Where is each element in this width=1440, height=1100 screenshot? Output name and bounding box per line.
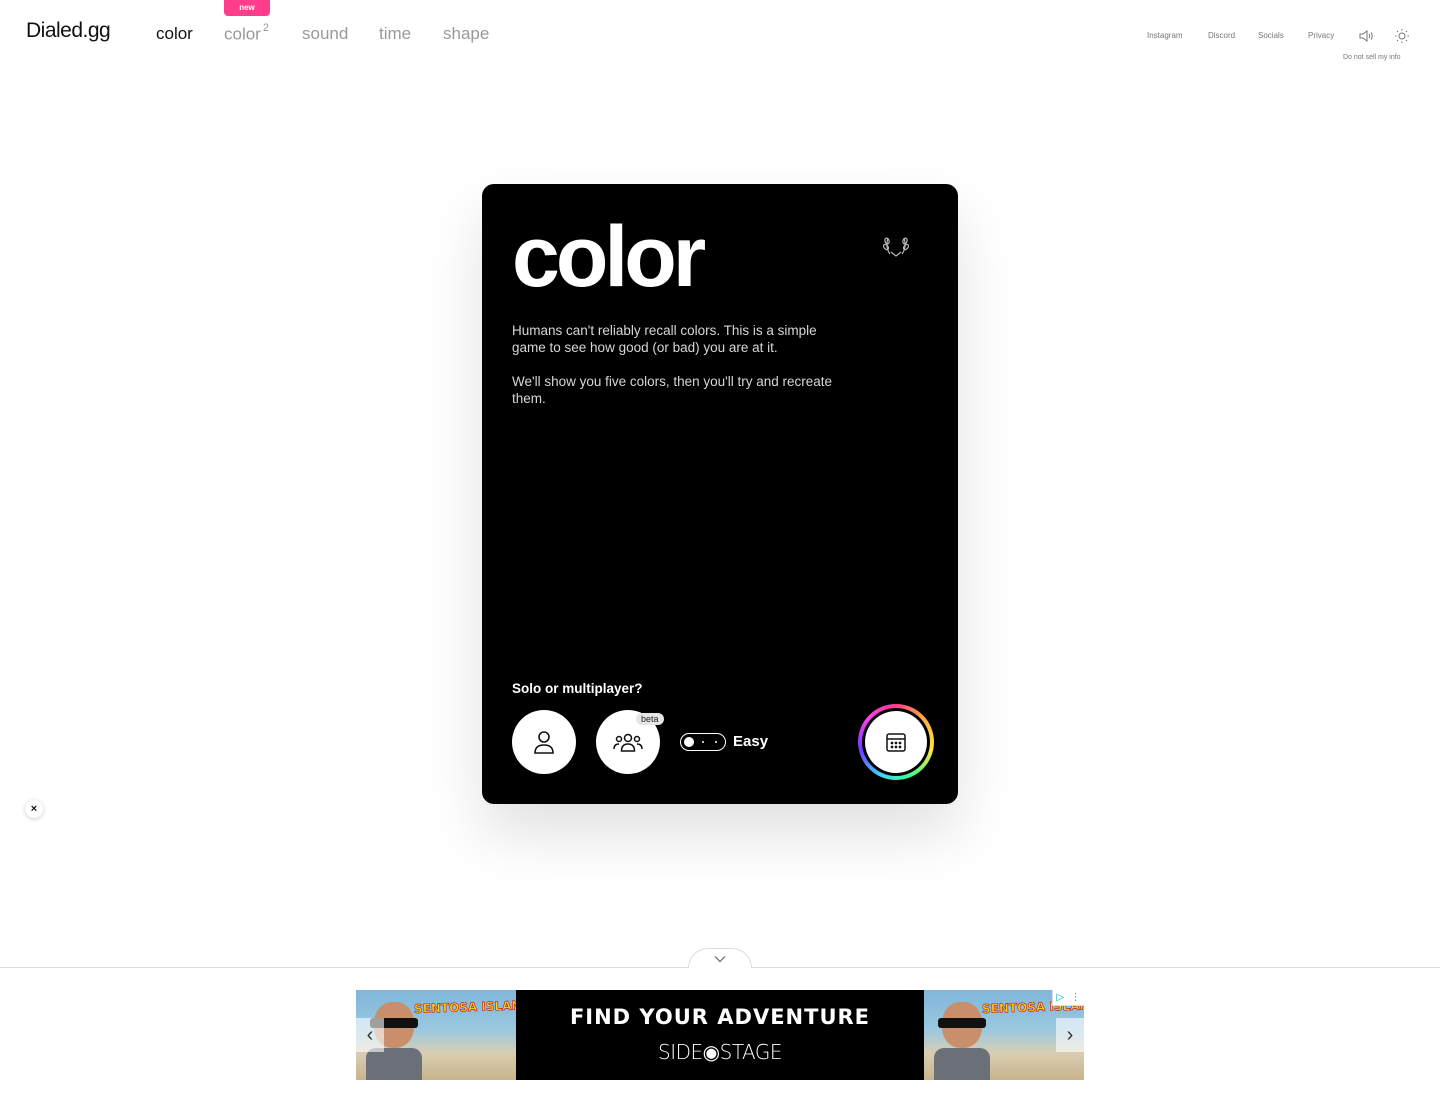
new-badge: new — [224, 0, 270, 16]
info-icon: ⋮ — [1070, 992, 1081, 1003]
ad-choices-icon[interactable]: ▷ ⋮ — [1052, 990, 1084, 1006]
nav-time[interactable]: time — [379, 24, 411, 44]
chevron-down-icon — [714, 955, 726, 962]
ad-brand: SIDE◉STAGE — [658, 1040, 782, 1064]
speaker-icon[interactable] — [1356, 26, 1376, 46]
nav-shape[interactable]: shape — [443, 24, 489, 44]
nav-color-2-label: color — [224, 24, 261, 44]
description-instructions: We'll show you five colors, then you'll … — [512, 374, 833, 406]
ad-image-left: SENTOSA ISLAND ‹ — [356, 990, 516, 1080]
solo-button[interactable] — [512, 710, 576, 774]
nav-color-2[interactable]: color 2 — [224, 22, 269, 45]
laurel-icon[interactable] — [882, 232, 910, 260]
toggle-dot — [702, 741, 704, 743]
nav-sound[interactable]: sound — [302, 24, 348, 44]
nav-color[interactable]: color — [156, 24, 193, 44]
difficulty-label: Easy — [733, 733, 769, 750]
daily-challenge-button[interactable] — [858, 704, 934, 780]
ad-tag-left: SENTOSA ISLAND — [413, 997, 516, 1017]
link-discord[interactable]: Discord — [1208, 31, 1235, 40]
link-instagram[interactable]: Instagram — [1147, 31, 1183, 40]
collapse-ad-button[interactable] — [688, 948, 752, 968]
close-icon[interactable]: × — [25, 800, 43, 818]
mode-question: Solo or multiplayer? — [512, 681, 643, 696]
group-icon — [613, 733, 643, 752]
site-header: Dialed.gg new color color 2 sound time sh… — [0, 0, 1440, 70]
nav-color-2-superscript: 2 — [262, 22, 269, 34]
description-intro: Humans can't reliably recall colors. Thi… — [512, 323, 817, 355]
ad-headline: FIND YOUR ADVENTURE — [569, 1005, 871, 1029]
link-privacy[interactable]: Privacy — [1308, 31, 1334, 40]
site-logo[interactable]: Dialed.gg — [26, 19, 111, 43]
do-not-sell-link[interactable]: Do not sell my info — [1343, 54, 1401, 61]
ad-content: FIND YOUR ADVENTURE SIDE◉STAGE — [516, 990, 924, 1080]
calendar-icon — [886, 733, 906, 752]
beta-badge: beta — [636, 713, 664, 725]
play-triangle-icon: ▷ — [1056, 992, 1065, 1003]
toggle-knob — [684, 737, 694, 747]
person-icon — [534, 731, 554, 754]
ad-banner[interactable]: SENTOSA ISLAND ‹ FIND YOUR ADVENTURE SID… — [356, 990, 1084, 1080]
link-socials[interactable]: Socials — [1258, 31, 1284, 40]
difficulty-toggle[interactable] — [680, 733, 726, 751]
chevron-right-icon[interactable]: › — [1056, 1018, 1084, 1052]
sun-icon[interactable] — [1392, 26, 1412, 46]
toggle-dot — [715, 741, 717, 743]
game-card: color Humans can't reliably recall color… — [482, 184, 958, 804]
chevron-left-icon[interactable]: ‹ — [356, 1018, 384, 1052]
game-title: color — [512, 209, 706, 305]
